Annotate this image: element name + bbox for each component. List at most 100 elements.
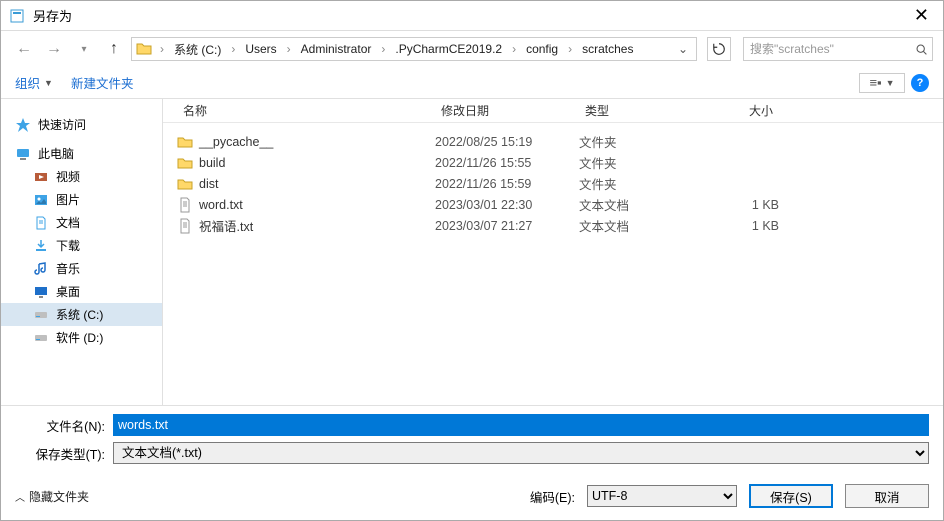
file-icon (177, 197, 193, 213)
close-button[interactable]: ✕ (908, 5, 935, 26)
body: 快速访问 此电脑 视频 图片 文档 (1, 99, 943, 405)
pc-icon (15, 146, 31, 162)
sidebar-item-label: 图片 (56, 191, 80, 208)
file-icon (177, 218, 193, 234)
breadcrumb-item[interactable]: .PyCharmCE2019.2 (389, 40, 508, 58)
file-row[interactable]: 祝福语.txt2023/03/07 21:27文本文档1 KB (171, 215, 943, 236)
col-size[interactable]: 大小 (699, 102, 779, 119)
forward-button: → (41, 36, 67, 62)
filename-label: 文件名(N): (15, 416, 105, 435)
file-name: 祝福语.txt (199, 216, 435, 235)
sidebar: 快速访问 此电脑 视频 图片 文档 (1, 99, 163, 405)
breadcrumb-item[interactable]: Administrator (295, 40, 378, 58)
file-area: 名称 修改日期 类型 大小 __pycache__2022/08/25 15:1… (163, 99, 943, 405)
view-options-button[interactable]: ≡▪ ▼ (859, 73, 905, 93)
new-folder-button[interactable]: 新建文件夹 (71, 73, 134, 92)
sidebar-item-label: 下载 (56, 237, 80, 254)
chevron-right-icon: › (158, 42, 166, 56)
hide-folders-label: 隐藏文件夹 (29, 488, 89, 505)
sidebar-item-label: 快速访问 (38, 116, 86, 133)
app-icon (9, 8, 25, 24)
file-type: 文件夹 (579, 174, 699, 193)
file-name: word.txt (199, 198, 435, 212)
back-button[interactable]: ← (11, 36, 37, 62)
encoding-select[interactable]: UTF-8 (587, 485, 737, 507)
file-date: 2022/11/26 15:59 (435, 177, 579, 191)
sidebar-item-pictures[interactable]: 图片 (1, 188, 162, 211)
file-type: 文本文档 (579, 216, 699, 235)
drive-icon (33, 330, 49, 346)
breadcrumb-item[interactable]: scratches (576, 40, 639, 58)
chevron-right-icon: › (566, 42, 574, 56)
breadcrumb-item[interactable]: 系统 (C:) (168, 39, 227, 60)
view-icon: ≡▪ (869, 75, 881, 90)
file-row[interactable]: __pycache__2022/08/25 15:19文件夹 (171, 131, 943, 152)
file-type: 文本文档 (579, 195, 699, 214)
file-date: 2022/11/26 15:55 (435, 156, 579, 170)
navbar: ← → ▾ ↑ › 系统 (C:) › Users › Administrato… (1, 31, 943, 67)
col-name[interactable]: 名称 (177, 102, 435, 119)
file-size: 1 KB (699, 219, 779, 233)
hide-folders-toggle[interactable]: ︿ 隐藏文件夹 (15, 488, 89, 505)
star-icon (15, 117, 31, 133)
file-row[interactable]: word.txt2023/03/01 22:30文本文档1 KB (171, 194, 943, 215)
help-button[interactable]: ? (911, 74, 929, 92)
music-icon (33, 261, 49, 277)
filetype-select[interactable]: 文本文档(*.txt) (113, 442, 929, 464)
sidebar-item-this-pc[interactable]: 此电脑 (1, 142, 162, 165)
chevron-right-icon: › (379, 42, 387, 56)
documents-icon (33, 215, 49, 231)
col-type[interactable]: 类型 (579, 102, 699, 119)
filename-input[interactable] (113, 414, 929, 436)
sidebar-item-quick-access[interactable]: 快速访问 (1, 113, 162, 136)
video-icon (33, 169, 49, 185)
sidebar-item-downloads[interactable]: 下载 (1, 234, 162, 257)
sidebar-item-desktop[interactable]: 桌面 (1, 280, 162, 303)
search-input[interactable] (748, 41, 911, 57)
folder-icon (177, 134, 193, 150)
new-folder-label: 新建文件夹 (71, 73, 134, 92)
search-icon[interactable] (915, 43, 928, 56)
sidebar-item-music[interactable]: 音乐 (1, 257, 162, 280)
breadcrumb-item[interactable]: Users (239, 40, 282, 58)
file-row[interactable]: dist2022/11/26 15:59文件夹 (171, 173, 943, 194)
file-list[interactable]: __pycache__2022/08/25 15:19文件夹build2022/… (163, 123, 943, 405)
up-button[interactable]: ↑ (101, 36, 127, 62)
pictures-icon (33, 192, 49, 208)
folder-icon (177, 176, 193, 192)
recent-dropdown[interactable]: ▾ (71, 36, 97, 62)
file-name: __pycache__ (199, 135, 435, 149)
search-box[interactable] (743, 37, 933, 61)
chevron-right-icon: › (285, 42, 293, 56)
breadcrumb[interactable]: › 系统 (C:) › Users › Administrator › .PyC… (131, 37, 697, 61)
chevron-down-icon: ▼ (886, 78, 895, 88)
refresh-button[interactable] (707, 37, 731, 61)
sidebar-item-label: 文档 (56, 214, 80, 231)
sidebar-item-documents[interactable]: 文档 (1, 211, 162, 234)
file-size: 1 KB (699, 198, 779, 212)
toolbar: 组织 ▼ 新建文件夹 ≡▪ ▼ ? (1, 67, 943, 99)
sidebar-item-video[interactable]: 视频 (1, 165, 162, 188)
footer: ︿ 隐藏文件夹 编码(E): UTF-8 保存(S) 取消 (1, 474, 943, 520)
sidebar-item-label: 系统 (C:) (56, 306, 103, 323)
sidebar-item-label: 桌面 (56, 283, 80, 300)
sidebar-item-drive-d[interactable]: 软件 (D:) (1, 326, 162, 349)
window-title: 另存为 (33, 6, 908, 25)
cancel-button[interactable]: 取消 (845, 484, 929, 508)
organize-menu[interactable]: 组织 ▼ (15, 73, 53, 92)
sidebar-item-drive-c[interactable]: 系统 (C:) (1, 303, 162, 326)
col-date[interactable]: 修改日期 (435, 102, 579, 119)
dropdown-icon[interactable]: ⌄ (678, 42, 688, 56)
breadcrumb-item[interactable]: config (520, 40, 564, 58)
organize-label: 组织 (15, 73, 40, 92)
sidebar-item-label: 视频 (56, 168, 80, 185)
filetype-label: 保存类型(T): (15, 444, 105, 463)
save-button[interactable]: 保存(S) (749, 484, 833, 508)
desktop-icon (33, 284, 49, 300)
chevron-right-icon: › (229, 42, 237, 56)
drive-icon (33, 307, 49, 323)
sidebar-item-label: 音乐 (56, 260, 80, 277)
file-row[interactable]: build2022/11/26 15:55文件夹 (171, 152, 943, 173)
download-icon (33, 238, 49, 254)
file-type: 文件夹 (579, 132, 699, 151)
